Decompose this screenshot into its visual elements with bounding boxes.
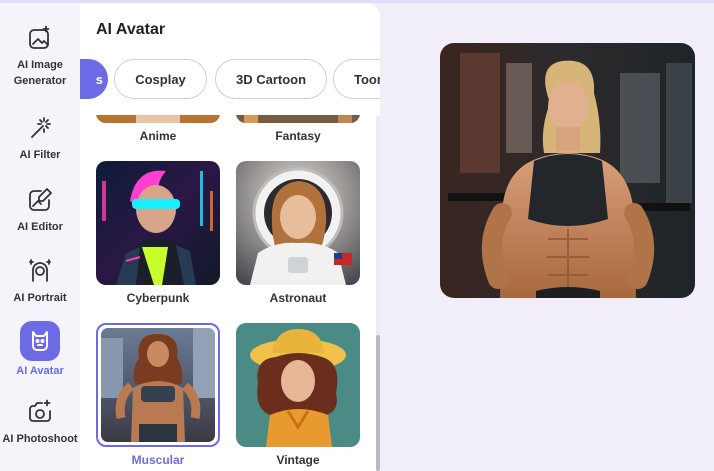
avatar-icon: [28, 329, 52, 353]
camera-sparkle-icon: [27, 399, 53, 425]
style-card-muscular[interactable]: Muscular: [96, 323, 220, 467]
tab-cosplay[interactable]: Cosplay: [114, 59, 207, 99]
style-label: Fantasy: [275, 129, 321, 143]
style-category-tabs: s Cosplay 3D Cartoon Toon: [80, 59, 380, 101]
avatar-panel: AI Avatar s Cosplay 3D Cartoon Toon Anim…: [80, 3, 380, 471]
vintage-thumbnail: [236, 323, 360, 447]
tab-label: 3D Cartoon: [235, 71, 307, 87]
style-label: Muscular: [131, 453, 185, 467]
nav-label: AI Avatar: [16, 365, 64, 377]
nav-label: AI Editor: [17, 221, 63, 233]
tab-toon[interactable]: Toon: [333, 59, 380, 99]
style-label: Anime: [139, 129, 177, 143]
image-edit-icon: [27, 187, 53, 213]
nav-item-ai-filter[interactable]: AI Filter: [0, 115, 80, 163]
tab-active[interactable]: s: [80, 59, 108, 99]
nav-item-ai-portrait[interactable]: AI Portrait: [0, 258, 80, 306]
style-card-fantasy[interactable]: Fantasy: [236, 115, 360, 143]
nav-item-ai-photoshoot[interactable]: AI Photoshoot: [0, 399, 80, 447]
style-grid: Anime Fantasy Cyberpunk Astronaut Muscul…: [80, 115, 380, 471]
tab-label: Toon: [354, 71, 380, 87]
style-card-astronaut[interactable]: Astronaut: [236, 161, 360, 305]
cyberpunk-thumbnail: [96, 161, 220, 285]
nav-label: AI Image Generator: [13, 59, 67, 87]
avatar-preview-image: [440, 43, 695, 298]
astronaut-thumbnail: [236, 161, 360, 285]
nav-label: AI Photoshoot: [2, 433, 78, 445]
panel-scrollbar[interactable]: [376, 115, 380, 471]
style-card-cyberpunk[interactable]: Cyberpunk: [96, 161, 220, 305]
active-indicator: [20, 321, 60, 361]
nav-label: AI Portrait: [13, 292, 67, 304]
magic-wand-icon: [27, 115, 53, 141]
nav-item-ai-image-generator[interactable]: AI Image Generator: [0, 25, 80, 89]
selection-frame: [96, 323, 220, 447]
style-label: Cyberpunk: [126, 291, 190, 305]
fantasy-thumbnail: [236, 115, 360, 123]
panel-title: AI Avatar: [96, 21, 166, 38]
anime-thumbnail: [96, 115, 220, 123]
tab-3d-cartoon[interactable]: 3D Cartoon: [215, 59, 327, 99]
nav-item-ai-avatar[interactable]: AI Avatar: [0, 321, 80, 379]
muscular-thumbnail: [101, 328, 215, 442]
style-label: Vintage: [276, 453, 320, 467]
style-label: Astronaut: [269, 291, 327, 305]
style-card-anime[interactable]: Anime: [96, 115, 220, 143]
tab-label: Cosplay: [135, 71, 186, 87]
portrait-icon: [27, 258, 53, 284]
left-nav: AI Image Generator AI Filter AI Editor A…: [0, 3, 80, 471]
image-sparkle-icon: [27, 25, 53, 51]
style-card-vintage[interactable]: Vintage: [236, 323, 360, 467]
tab-label: s: [95, 71, 103, 87]
nav-label: AI Filter: [19, 149, 61, 161]
scrollbar-thumb[interactable]: [376, 335, 380, 471]
nav-item-ai-editor[interactable]: AI Editor: [0, 187, 80, 235]
